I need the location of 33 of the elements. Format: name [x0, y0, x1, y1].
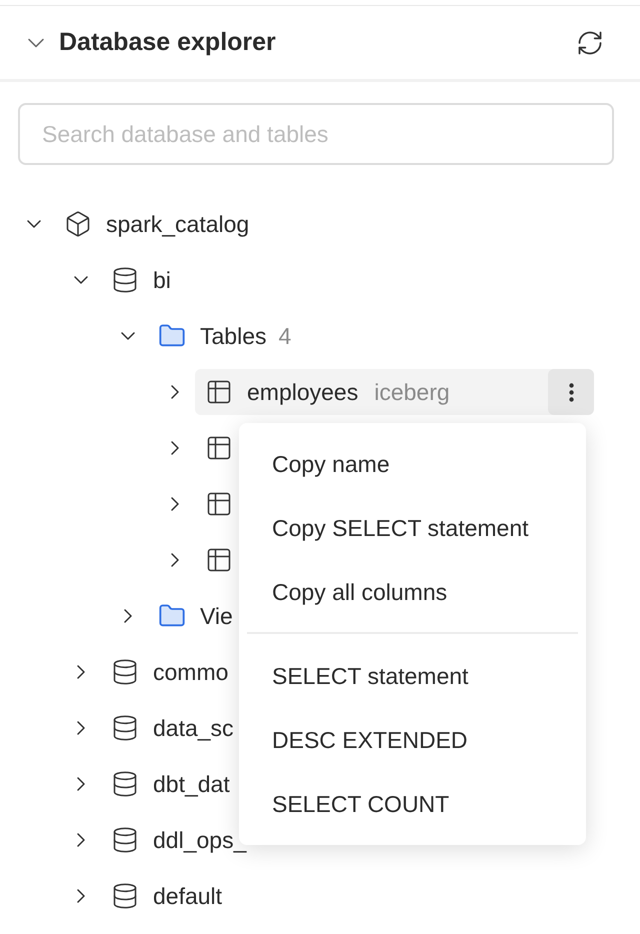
database-icon [111, 826, 139, 854]
kebab-icon [568, 382, 574, 402]
tree-item-label[interactable]: bi [153, 262, 171, 298]
tree-item-label[interactable]: employees [247, 374, 358, 410]
database-icon [111, 658, 139, 686]
menu-item[interactable]: DESC EXTENDED [247, 708, 578, 772]
refresh-icon[interactable] [576, 28, 604, 56]
tree-item-label[interactable]: dbt_dat [153, 766, 230, 802]
tree-item-label[interactable]: default [153, 878, 222, 914]
table-icon [205, 378, 233, 406]
database-icon [111, 266, 139, 294]
tree-item-label[interactable]: spark_catalog [106, 206, 250, 242]
panel-title: Database explorer [59, 26, 276, 58]
cube-icon [64, 210, 92, 238]
table-icon [205, 434, 233, 462]
database-icon [111, 882, 139, 910]
tree-item-label[interactable]: data_sc [153, 710, 234, 746]
tree-item[interactable]: employees iceberg [195, 369, 594, 415]
table-icon [205, 490, 233, 518]
menu-item[interactable]: Copy SELECT statement [239, 496, 586, 560]
database-icon [111, 714, 139, 742]
search-field[interactable]: Search database and tables [18, 103, 614, 165]
tree-item-label[interactable]: Tables [200, 318, 266, 354]
table-format: iceberg [374, 378, 450, 407]
menu-item[interactable]: Copy all columns [239, 560, 586, 624]
menu-item[interactable]: Copy name [239, 432, 586, 496]
menu-item[interactable]: SELECT statement [247, 644, 578, 708]
tree-item-label[interactable]: commo [153, 654, 228, 690]
table-icon [205, 546, 233, 574]
tree-item-label[interactable]: Vie [200, 598, 233, 634]
menu-item[interactable]: SELECT COUNT [247, 772, 578, 836]
item-count: 4 [278, 322, 292, 351]
database-icon [111, 770, 139, 798]
